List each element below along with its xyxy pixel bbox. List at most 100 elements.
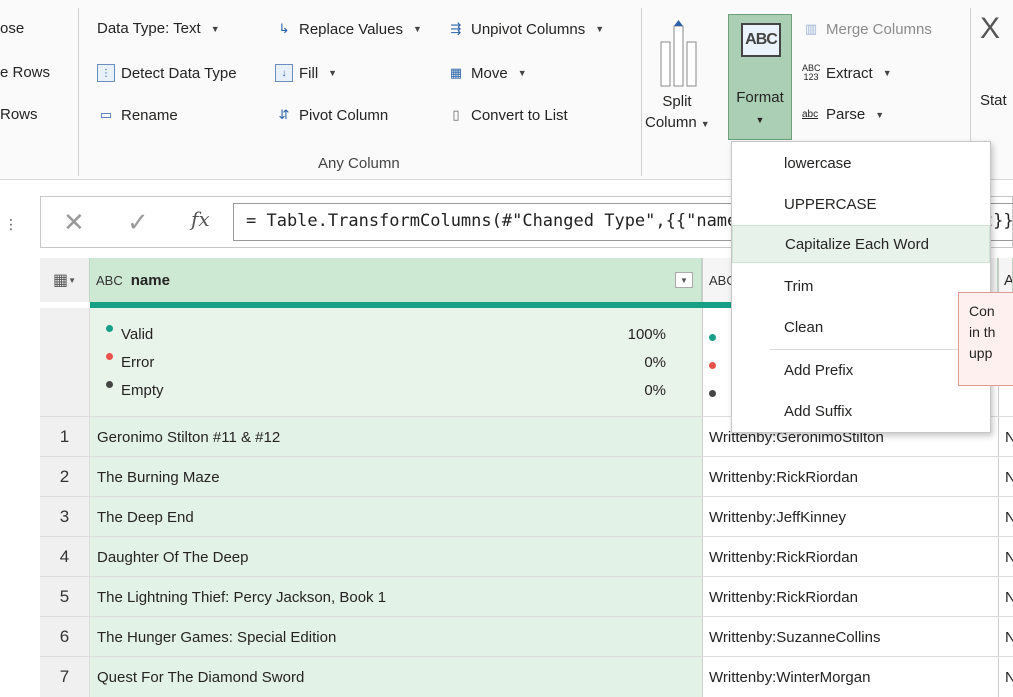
chevron-down-icon: ▼ (755, 115, 765, 125)
parse-button[interactable]: abc Parse ▼ (802, 106, 884, 123)
menu-item-uppercase[interactable]: UPPERCASE (732, 185, 990, 223)
empty-dot-icon (709, 390, 716, 397)
table-row[interactable]: 6 The Hunger Games: Special Edition Writ… (40, 616, 1013, 657)
chevron-down-icon: ▼ (210, 23, 220, 34)
cell-name[interactable]: The Lightning Thief: Percy Jackson, Book… (90, 577, 702, 617)
column-header-name[interactable]: ABC name ▼ (90, 258, 702, 302)
cell-col3[interactable]: N (998, 497, 1013, 537)
quality-empty: Empty 0% (106, 381, 666, 399)
cell-col3[interactable]: N (998, 457, 1013, 497)
table-row[interactable]: 7 Quest For The Diamond Sword Writtenby:… (40, 656, 1013, 697)
cell-author[interactable]: Writtenby:SuzanneCollins (702, 617, 998, 657)
table-row[interactable]: 2 The Burning Maze Writtenby:RickRiordan… (40, 456, 1013, 497)
quality-rownum-spacer (40, 308, 90, 416)
unpivot-columns-icon: ⇶ (450, 21, 462, 36)
chevron-down-icon: ▼ (328, 68, 338, 78)
convert-to-list-label: Convert to List (471, 106, 568, 124)
quality-pct: 0% (644, 354, 666, 371)
ribbon-partial-item-3[interactable]: Rows (0, 106, 38, 123)
chevron-down-icon: ▼ (882, 68, 892, 78)
row-number: 3 (40, 497, 90, 537)
cell-col3[interactable]: N (998, 417, 1013, 457)
fill-label: Fill (299, 64, 319, 82)
table-row[interactable]: 3 The Deep End Writtenby:JeffKinney N (40, 496, 1013, 537)
cell-col3[interactable]: N (998, 657, 1013, 697)
ribbon-separator (78, 8, 79, 176)
cell-col3[interactable]: N (998, 537, 1013, 577)
split-column-label-1: Split (662, 93, 692, 110)
replace-values-button[interactable]: ↳ Replace Values ▼ (275, 20, 422, 38)
parse-icon: abc (802, 109, 819, 120)
unpivot-columns-label: Unpivot Columns (471, 20, 586, 38)
text-type-icon[interactable]: ABC (96, 273, 123, 288)
cell-author[interactable]: Writtenby:WinterMorgan (702, 657, 998, 697)
valid-dot-icon (106, 325, 113, 332)
row-number: 6 (40, 617, 90, 657)
row-number: 1 (40, 417, 90, 457)
format-dropdown-menu: lowercase UPPERCASE Capitalize Each Word… (731, 141, 991, 433)
menu-item-clean[interactable]: Clean (732, 308, 990, 346)
extract-icon-line-2: 123 (803, 72, 819, 82)
cell-author[interactable]: Writtenby:RickRiordan (702, 537, 998, 577)
detect-data-type-button[interactable]: ⋮ Detect Data Type (97, 64, 237, 82)
cell-name[interactable]: The Burning Maze (90, 457, 702, 497)
cell-name[interactable]: The Deep End (90, 497, 702, 537)
column-filter-dropdown[interactable]: ▼ (675, 272, 693, 288)
cell-author[interactable]: Writtenby:RickRiordan (702, 457, 998, 497)
cell-name[interactable]: The Hunger Games: Special Edition (90, 617, 702, 657)
cell-col3[interactable]: N (998, 617, 1013, 657)
menu-item-capitalize-each-word[interactable]: Capitalize Each Word (732, 225, 990, 263)
split-column-icon (660, 20, 697, 87)
split-column-button[interactable]: Split Column ▼ (645, 14, 715, 144)
menu-item-add-prefix[interactable]: Add Prefix (732, 351, 990, 389)
rename-button[interactable]: ▭ Rename (97, 106, 178, 124)
fill-button[interactable]: ↓ Fill ▼ (275, 64, 337, 82)
cell-name[interactable]: Quest For The Diamond Sword (90, 657, 702, 697)
menu-item-add-suffix[interactable]: Add Suffix (732, 392, 990, 430)
move-button[interactable]: ▦ Move ▼ (447, 64, 527, 82)
cell-name[interactable]: Geronimo Stilton #11 & #12 (90, 417, 702, 457)
quality-label: Empty (121, 382, 164, 399)
quality-valid: Valid 100% (106, 325, 666, 343)
row-number: 2 (40, 457, 90, 497)
fx-icon[interactable]: fx (191, 207, 210, 231)
merge-columns-button[interactable]: ▥ Merge Columns (802, 20, 932, 38)
convert-to-list-button[interactable]: ▯ Convert to List (447, 106, 568, 124)
table-row[interactable]: 4 Daughter Of The Deep Writtenby:RickRio… (40, 536, 1013, 577)
table-menu-icon[interactable]: ▦ ▼ (40, 258, 90, 302)
ribbon-separator (641, 8, 642, 176)
statistics-label: Stat (980, 92, 1007, 109)
error-dot-icon (106, 353, 113, 360)
cancel-formula-icon[interactable]: ✕ (63, 207, 85, 238)
chevron-down-icon: ▼ (595, 24, 605, 34)
data-type-label: Data Type: Text (97, 20, 201, 37)
menu-item-lowercase[interactable]: lowercase (732, 144, 990, 182)
quality-label: Error (121, 354, 155, 371)
cell-col3[interactable]: N (998, 577, 1013, 617)
table-row[interactable]: 5 The Lightning Thief: Percy Jackson, Bo… (40, 576, 1013, 617)
merge-columns-icon: ▥ (804, 21, 818, 36)
empty-dot-icon (106, 381, 113, 388)
tooltip: Con in th upp (958, 292, 1013, 386)
split-column-label-2: Column ▼ (645, 113, 710, 134)
cell-author[interactable]: Writtenby:JeffKinney (702, 497, 998, 537)
row-number: 4 (40, 537, 90, 577)
menu-item-trim[interactable]: Trim (732, 267, 990, 305)
pivot-column-label: Pivot Column (299, 106, 389, 124)
pivot-column-button[interactable]: ⇵ Pivot Column (275, 106, 389, 124)
unpivot-columns-button[interactable]: ⇶ Unpivot Columns ▼ (447, 20, 605, 38)
statistics-button[interactable]: X Stat (980, 14, 1013, 134)
cell-author[interactable]: Writtenby:RickRiordan (702, 577, 998, 617)
data-type-button[interactable]: Data Type: Text ▼ (97, 20, 220, 37)
extract-label: Extract (826, 64, 873, 82)
commit-formula-icon[interactable]: ✓ (127, 207, 149, 238)
cell-name[interactable]: Daughter Of The Deep (90, 537, 702, 577)
column-header-label: name (130, 271, 170, 289)
ribbon-partial-item-1[interactable]: ose (0, 20, 24, 37)
error-dot-icon (709, 362, 716, 369)
chevron-down-icon: ▼ (875, 109, 885, 120)
extract-button[interactable]: ABC 123 Extract ▼ (802, 64, 892, 82)
queries-pane-collapse-icon[interactable]: ⋮ (4, 216, 18, 233)
ribbon-partial-item-2[interactable]: e Rows (0, 64, 50, 81)
format-button[interactable]: ABC Format ▼ (728, 14, 792, 140)
